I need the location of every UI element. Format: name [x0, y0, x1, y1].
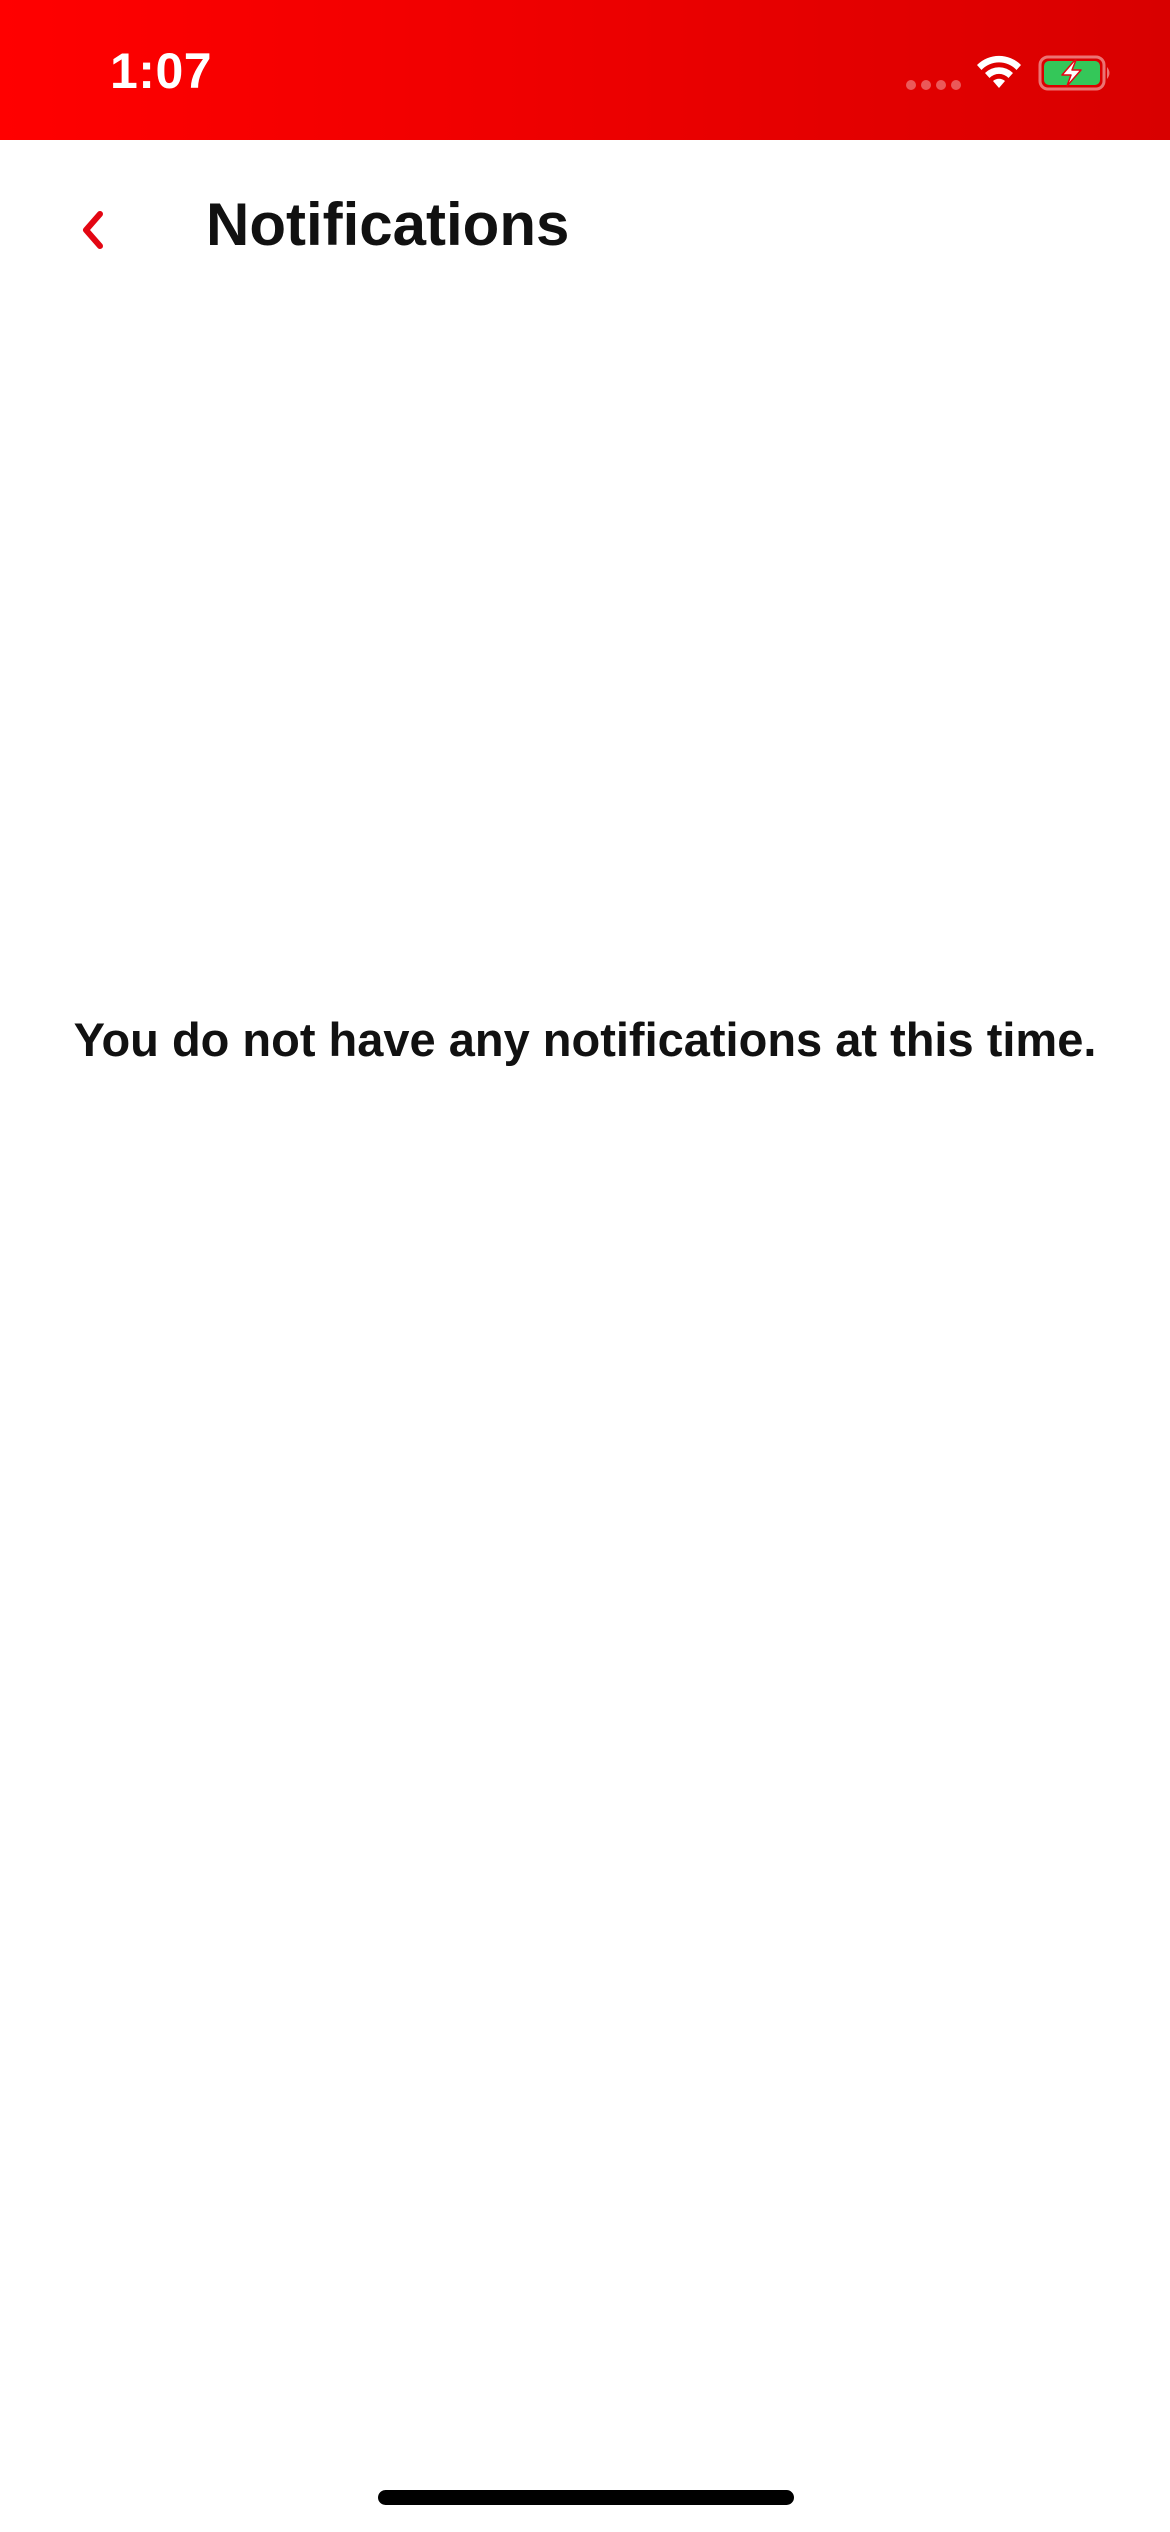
battery-charging-icon	[1038, 55, 1110, 91]
status-time: 1:07	[110, 43, 213, 99]
empty-state-message: You do not have any notifications at thi…	[73, 1013, 1097, 1066]
chevron-left-icon	[83, 211, 103, 249]
home-indicator[interactable]	[378, 2490, 794, 2505]
navigation-header: Notifications	[0, 140, 1170, 310]
cellular-signal-icon	[906, 80, 962, 92]
status-bar: 1:07	[0, 0, 1170, 140]
page-title: Notifications	[206, 191, 570, 258]
back-button[interactable]	[52, 185, 132, 275]
wifi-icon	[977, 55, 1021, 88]
notifications-screen: 1:07 Notifications You do not have any n	[0, 0, 1170, 2532]
